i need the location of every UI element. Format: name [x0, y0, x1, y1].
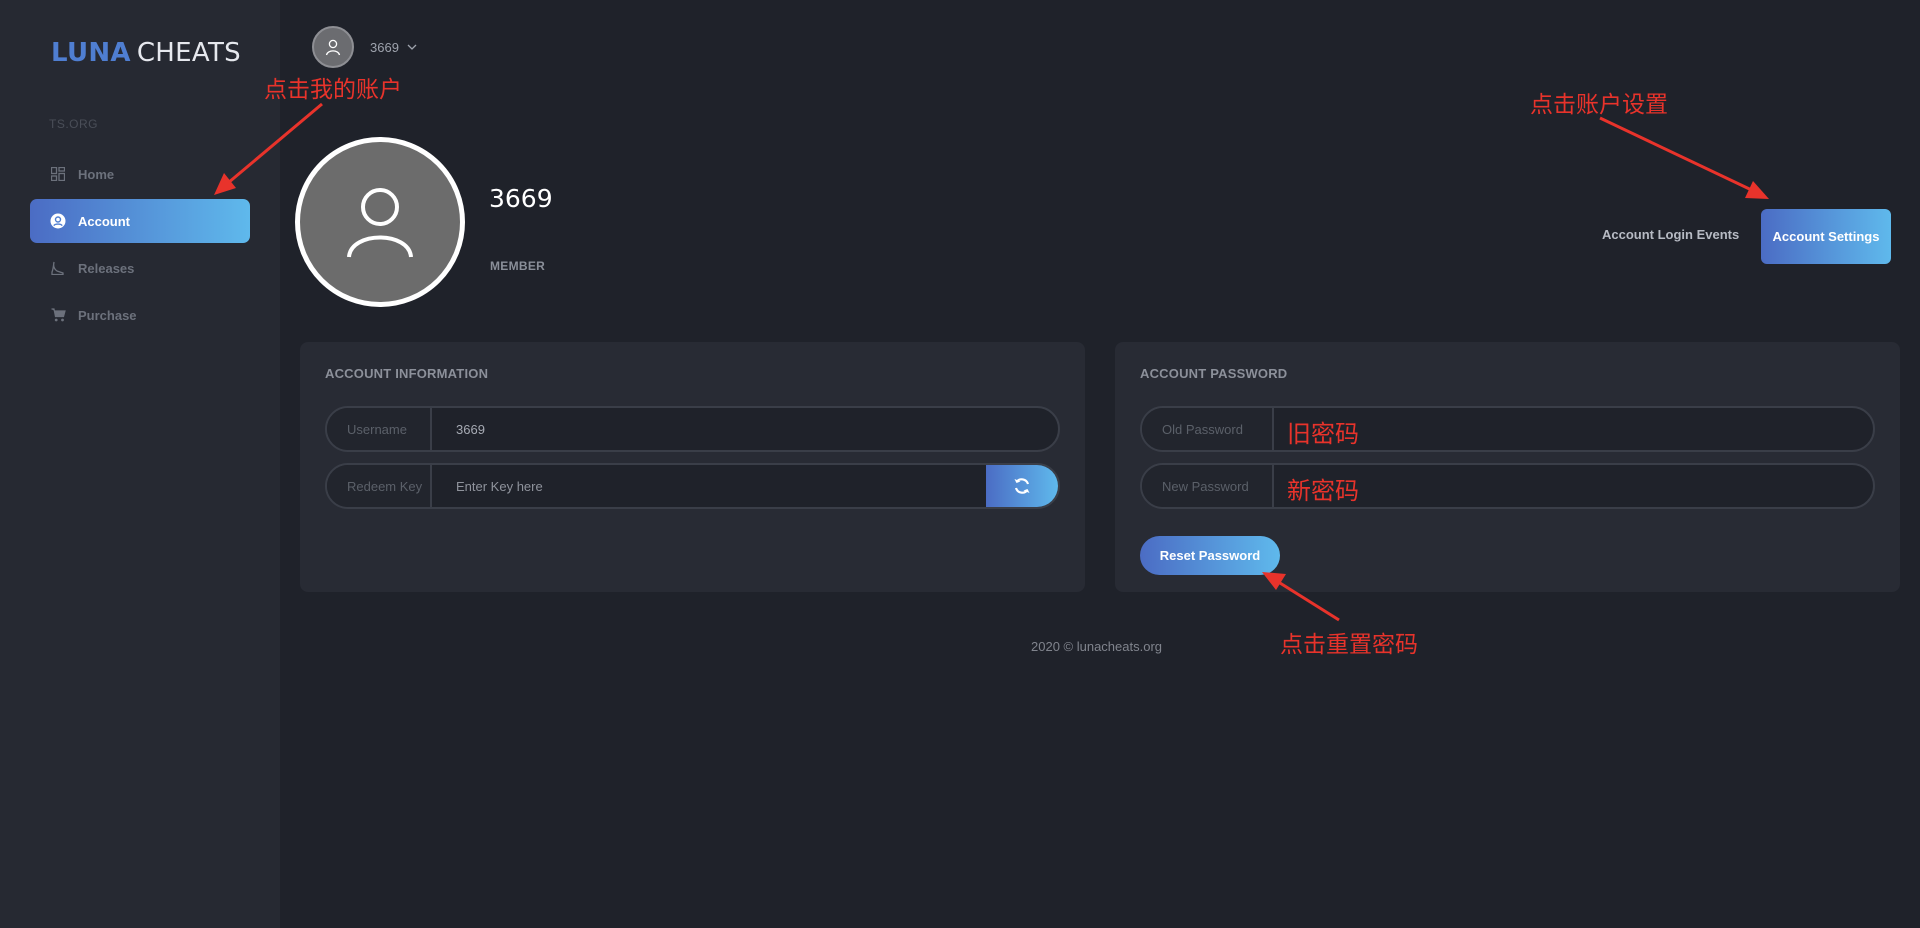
app: LUNACHEATS TS.ORG Home Account Releases — [0, 0, 1920, 928]
reset-password-button[interactable]: Reset Password — [1140, 536, 1280, 575]
logo-cheats: CHEATS — [136, 38, 241, 68]
chevron-down-icon — [407, 44, 417, 50]
footer-copyright: 2020 © lunacheats.org — [1031, 639, 1163, 654]
user-circle-icon — [50, 213, 66, 229]
old-password-input[interactable] — [1274, 408, 1873, 450]
account-password-card: ACCOUNT PASSWORD Old Password 旧密码 New Pa… — [1115, 342, 1900, 592]
annotation-click-reset: 点击重置密码 — [1280, 632, 1418, 658]
avatar — [312, 26, 354, 68]
username-label: Username — [327, 408, 432, 450]
sidebar-item-account[interactable]: Account — [30, 199, 250, 243]
username-field: Username — [325, 406, 1060, 452]
annotation-click-settings: 点击账户设置 — [1530, 92, 1668, 118]
user-icon — [347, 188, 413, 258]
redeem-key-input[interactable] — [432, 465, 986, 507]
user-icon — [325, 39, 341, 56]
new-password-label: New Password — [1142, 465, 1274, 507]
sidebar-item-home[interactable]: Home — [30, 152, 250, 196]
cart-icon — [50, 307, 66, 323]
sidebar-item-releases[interactable]: Releases — [30, 246, 250, 290]
new-password-input[interactable] — [1274, 465, 1873, 507]
profile-avatar — [295, 137, 465, 307]
redeem-key-field: Redeem Key — [325, 463, 1060, 509]
new-password-overlay: 新密码 — [1287, 477, 1359, 505]
account-information-card: ACCOUNT INFORMATION Username Redeem Key — [300, 342, 1085, 592]
profile-name: 3669 — [489, 184, 553, 213]
sidebar: LUNACHEATS TS.ORG Home Account Releases — [0, 0, 280, 928]
sidebar-item-label: Releases — [78, 260, 135, 276]
account-login-events-link[interactable]: Account Login Events — [1602, 227, 1739, 242]
new-password-field: New Password 新密码 — [1140, 463, 1875, 509]
card-title: ACCOUNT INFORMATION — [325, 366, 489, 381]
refresh-icon — [1014, 478, 1030, 494]
card-title: ACCOUNT PASSWORD — [1140, 366, 1288, 381]
sidebar-item-label: Purchase — [78, 307, 137, 323]
account-settings-button[interactable]: Account Settings — [1761, 209, 1891, 264]
sidebar-nav: Home Account Releases Purchase — [30, 152, 250, 340]
username-input[interactable] — [432, 408, 1058, 450]
old-password-label: Old Password — [1142, 408, 1274, 450]
logo-luna: LUNA — [51, 38, 131, 68]
annotation-click-account: 点击我的账户 — [264, 77, 402, 103]
old-password-overlay: 旧密码 — [1287, 420, 1359, 448]
logo[interactable]: LUNA CHEATS — [51, 38, 241, 68]
sidebar-item-label: Home — [78, 166, 115, 182]
user-menu[interactable]: 3669 — [312, 26, 417, 68]
profile-role: MEMBER — [490, 259, 546, 273]
sidebar-item-label: Account — [78, 213, 130, 229]
sidebar-item-purchase[interactable]: Purchase — [30, 293, 250, 337]
user-menu-name: 3669 — [370, 39, 399, 55]
old-password-field: Old Password 旧密码 — [1140, 406, 1875, 452]
site-label: TS.ORG — [49, 117, 99, 131]
dashboard-icon — [50, 166, 66, 182]
redeem-button[interactable] — [986, 465, 1058, 507]
releases-icon — [50, 260, 66, 276]
arrow-to-settings — [1599, 116, 1769, 199]
redeem-key-label: Redeem Key — [327, 465, 432, 507]
